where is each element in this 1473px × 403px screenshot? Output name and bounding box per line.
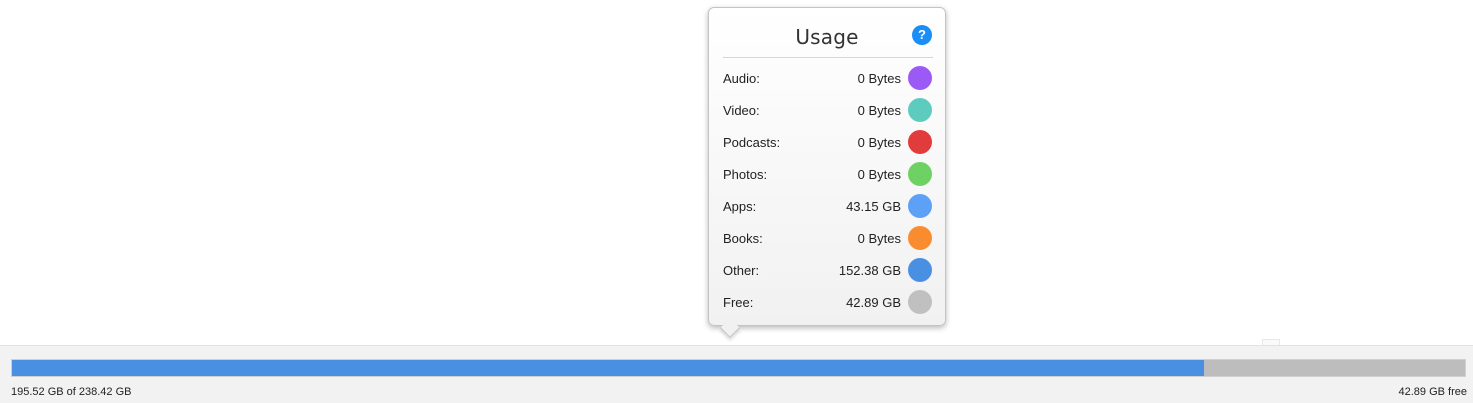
usage-value: 42.89 GB — [846, 295, 901, 310]
storage-panel: 195.52 GB of 238.42 GB 42.89 GB free — [0, 345, 1473, 403]
usage-row-other: Other: 152.38 GB — [723, 256, 932, 288]
help-icon[interactable]: ? — [912, 25, 932, 45]
usage-row-podcasts: Podcasts: 0 Bytes — [723, 128, 932, 160]
photos-color-dot — [908, 162, 932, 186]
popover-title: Usage — [795, 25, 859, 49]
usage-value: 0 Bytes — [857, 231, 901, 246]
usage-value: 0 Bytes — [857, 71, 901, 86]
usage-list: Audio: 0 Bytes Video: 0 Bytes Podcasts: … — [723, 64, 932, 320]
usage-value: 152.38 GB — [838, 263, 901, 278]
books-color-dot — [908, 226, 932, 250]
usage-row-apps: Apps: 43.15 GB — [723, 192, 932, 224]
storage-capacity-bar[interactable] — [11, 359, 1466, 377]
usage-label: Photos: — [723, 167, 768, 182]
usage-label: Audio: — [723, 71, 760, 86]
usage-popover: Usage ? Audio: 0 Bytes Video: 0 Bytes Po… — [708, 7, 946, 326]
usage-row-video: Video: 0 Bytes — [723, 96, 932, 128]
usage-row-free: Free: 42.89 GB — [723, 288, 932, 320]
usage-row-books: Books: 0 Bytes — [723, 224, 932, 256]
usage-label: Podcasts: — [723, 135, 781, 150]
storage-free-text: 42.89 GB free — [1398, 386, 1468, 398]
storage-used-segment — [12, 360, 1204, 376]
usage-label: Video: — [723, 103, 760, 118]
usage-value: 0 Bytes — [857, 135, 901, 150]
usage-label: Apps: — [723, 199, 757, 214]
usage-row-photos: Photos: 0 Bytes — [723, 160, 932, 192]
usage-label: Books: — [723, 231, 763, 246]
usage-value: 43.15 GB — [846, 199, 901, 214]
apps-color-dot — [908, 194, 932, 218]
free-color-dot — [908, 290, 932, 314]
usage-label: Free: — [723, 295, 754, 310]
popover-divider — [723, 57, 933, 58]
audio-color-dot — [908, 66, 932, 90]
other-color-dot — [908, 258, 932, 282]
video-color-dot — [908, 98, 932, 122]
usage-row-audio: Audio: 0 Bytes — [723, 64, 932, 96]
usage-value: 0 Bytes — [857, 103, 901, 118]
usage-label: Other: — [723, 263, 760, 278]
usage-value: 0 Bytes — [857, 167, 901, 182]
podcasts-color-dot — [908, 130, 932, 154]
storage-used-text: 195.52 GB of 238.42 GB — [11, 386, 132, 398]
